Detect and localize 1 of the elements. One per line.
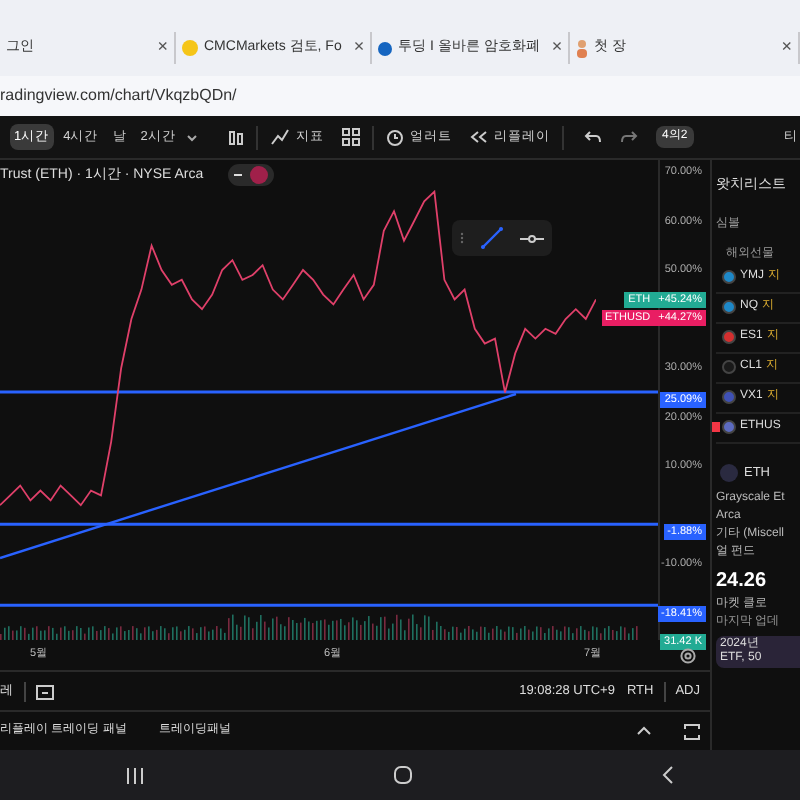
price-value: 24.26 xyxy=(716,568,769,597)
